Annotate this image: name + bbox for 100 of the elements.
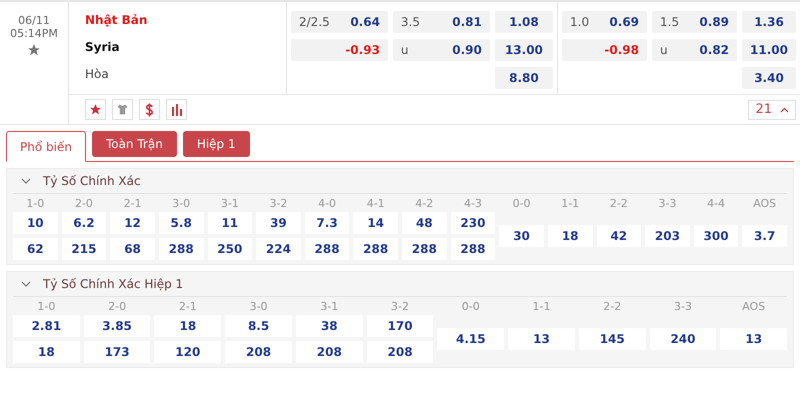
total-line: 3.5 bbox=[400, 15, 420, 29]
odds-cell[interactable]: 288 bbox=[304, 238, 350, 260]
odds-cell[interactable]: 38 bbox=[296, 315, 363, 337]
score-label: 4-1 bbox=[366, 196, 386, 212]
star-icon[interactable] bbox=[27, 43, 41, 57]
score-label: 2-0 bbox=[107, 299, 128, 315]
odds-cell[interactable]: 68 bbox=[110, 238, 155, 260]
total-line: u bbox=[660, 43, 668, 57]
odds-cell[interactable]: u 0.90 bbox=[392, 39, 490, 61]
odds-cell[interactable]: 30 bbox=[499, 225, 544, 247]
odds-cell[interactable]: 4.15 bbox=[437, 328, 504, 350]
odds-cell[interactable]: -0.93 bbox=[291, 39, 388, 61]
score-label: 3-2 bbox=[268, 196, 288, 212]
odds-value: -0.93 bbox=[345, 43, 380, 57]
odds-cell[interactable]: 240 bbox=[650, 328, 716, 350]
team-name: Syria bbox=[85, 39, 121, 56]
odds-cell[interactable]: 12 bbox=[110, 212, 155, 234]
score-label: 3-1 bbox=[220, 196, 240, 212]
odds-cell[interactable]: 14 bbox=[353, 212, 398, 234]
odds-cell[interactable]: 288 bbox=[158, 238, 204, 260]
odds-cell[interactable]: 13 bbox=[508, 328, 575, 350]
odds-cell[interactable]: 1.36 bbox=[742, 11, 796, 33]
handicap-line: 1.0 bbox=[570, 15, 590, 29]
odds-cell[interactable]: 13.00 bbox=[494, 39, 553, 61]
handicap-line: 2/2.5 bbox=[299, 15, 330, 29]
odds-cell[interactable]: 288 bbox=[450, 238, 496, 260]
odds-cell[interactable]: 173 bbox=[84, 341, 150, 363]
odds-cell[interactable]: 3.85 bbox=[84, 315, 150, 337]
tab[interactable]: Phổ biến bbox=[6, 131, 86, 162]
odds-cell[interactable]: -0.98 bbox=[562, 39, 648, 61]
odds-cell[interactable]: 1.08 bbox=[494, 11, 553, 33]
odds-cell[interactable]: 145 bbox=[578, 328, 646, 350]
tab[interactable]: Toàn Trận bbox=[92, 131, 177, 157]
odds-cell[interactable]: 18 bbox=[13, 341, 80, 363]
chevron-down-icon[interactable] bbox=[21, 178, 31, 184]
odds-cell[interactable]: 48 bbox=[402, 212, 447, 234]
odds-cell[interactable]: 215 bbox=[62, 238, 106, 260]
odds-cell[interactable]: 230 bbox=[450, 212, 496, 234]
odds-cell[interactable]: 208 bbox=[296, 341, 363, 363]
odds-cell[interactable]: 203 bbox=[645, 225, 690, 247]
odds-cell[interactable]: 18 bbox=[548, 225, 592, 247]
odds-value: 0.81 bbox=[452, 15, 482, 29]
odds-cell[interactable]: 208 bbox=[366, 341, 434, 363]
odds-cell[interactable]: 5.8 bbox=[158, 212, 204, 234]
score-label: 3-0 bbox=[248, 299, 269, 315]
odds-cell[interactable]: 3.7 bbox=[742, 225, 787, 247]
odds-cell[interactable]: 300 bbox=[694, 225, 738, 247]
odds-cell[interactable]: 1.0 0.69 bbox=[562, 11, 648, 33]
odds-cell[interactable]: 120 bbox=[154, 341, 222, 363]
dollar-icon[interactable] bbox=[139, 99, 160, 120]
odds-cell[interactable]: 288 bbox=[353, 238, 398, 260]
score-label: 3-3 bbox=[672, 299, 693, 315]
odds-cell[interactable]: 8.80 bbox=[494, 67, 553, 89]
score-label: 2-2 bbox=[602, 299, 622, 315]
odds-cell[interactable]: 39 bbox=[256, 212, 301, 234]
odds-cell[interactable]: u 0.82 bbox=[652, 39, 738, 61]
score-label: 4-4 bbox=[706, 196, 726, 212]
score-label: 4-2 bbox=[414, 196, 434, 212]
odds-cell[interactable]: 2/2.5 0.64 bbox=[291, 11, 388, 33]
odds-cell[interactable]: 7.3 bbox=[304, 212, 350, 234]
odds-cell[interactable]: 11.00 bbox=[742, 39, 796, 61]
odds-value: 0.64 bbox=[350, 15, 380, 29]
score-label: AOS bbox=[741, 299, 766, 315]
odds-cell[interactable]: 224 bbox=[256, 238, 301, 260]
odds-cell[interactable]: 170 bbox=[366, 315, 434, 337]
odds-cell[interactable]: 2.81 bbox=[13, 315, 80, 337]
odds-cell[interactable]: 1.5 0.89 bbox=[652, 11, 738, 33]
odds-cell[interactable]: 288 bbox=[402, 238, 447, 260]
odds-cell[interactable]: 18 bbox=[154, 315, 222, 337]
odds-value: 0.69 bbox=[609, 15, 640, 29]
odds-cell[interactable]: 208 bbox=[225, 341, 292, 363]
odds-cell[interactable]: 8.5 bbox=[225, 315, 292, 337]
match-time: 05:14PM bbox=[10, 27, 58, 40]
team-name: Nhật Bản bbox=[85, 12, 148, 29]
odds-cell[interactable]: 11 bbox=[208, 212, 252, 234]
odds-cell[interactable]: 10 bbox=[13, 212, 58, 234]
market-title: Tỷ Số Chính Xác bbox=[43, 174, 141, 188]
odds-cell[interactable]: 3.40 bbox=[742, 67, 796, 89]
odds-cell[interactable]: 6.2 bbox=[62, 212, 106, 234]
more-markets-button[interactable]: 21 bbox=[748, 100, 796, 120]
odds-cell[interactable]: 3.5 0.81 bbox=[392, 11, 490, 33]
chevron-down-icon[interactable] bbox=[21, 280, 31, 288]
odds-value: 0.89 bbox=[699, 15, 730, 29]
score-label: 3-0 bbox=[171, 196, 192, 212]
bar-chart-icon[interactable] bbox=[166, 99, 187, 120]
match-date: 06/11 bbox=[18, 14, 50, 27]
odds-cell[interactable]: 13 bbox=[720, 328, 788, 350]
tab[interactable]: Hiệp 1 bbox=[182, 131, 250, 157]
score-label: 2-2 bbox=[608, 196, 629, 212]
odds-cell[interactable]: 42 bbox=[596, 225, 642, 247]
shirt-icon[interactable] bbox=[112, 99, 133, 120]
odds-cell[interactable]: 62 bbox=[13, 238, 58, 260]
score-label: 2-1 bbox=[122, 196, 143, 212]
score-label: 2-1 bbox=[178, 299, 198, 315]
score-label: 3-2 bbox=[390, 299, 410, 315]
score-label: 3-3 bbox=[657, 196, 678, 212]
total-line: 1.5 bbox=[660, 15, 680, 29]
score-label: 4-3 bbox=[462, 196, 483, 212]
caret-up-icon bbox=[780, 106, 789, 112]
odds-cell[interactable]: 250 bbox=[208, 238, 252, 260]
